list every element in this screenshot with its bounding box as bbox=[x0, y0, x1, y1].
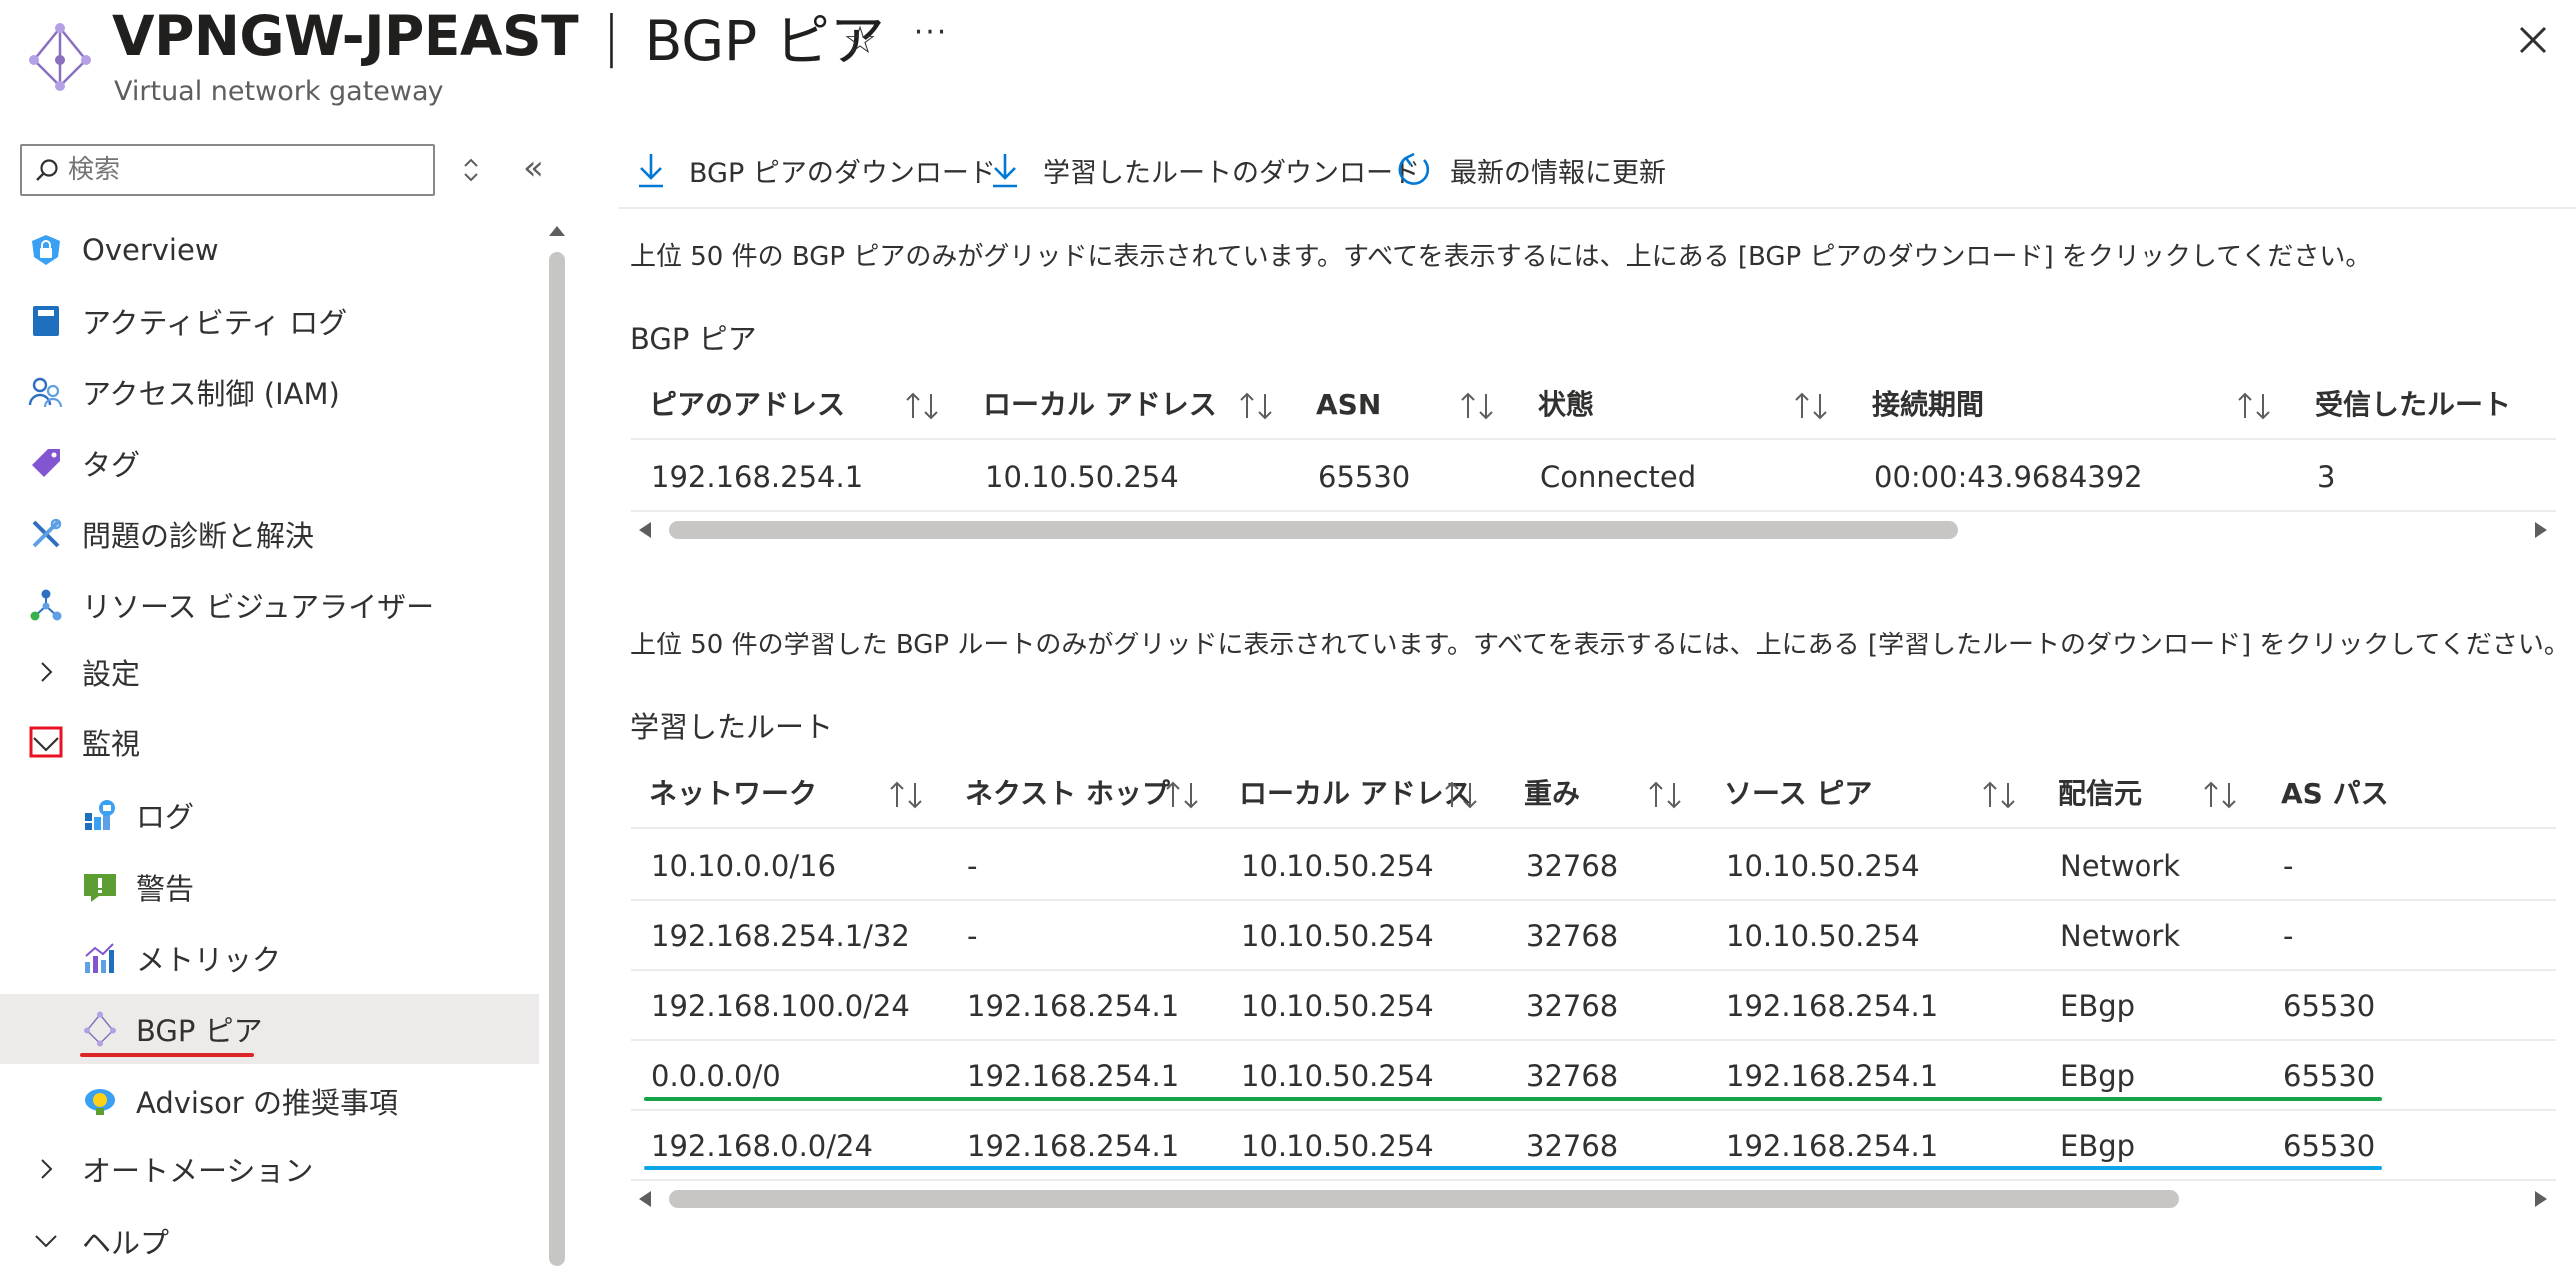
overview-icon bbox=[28, 232, 64, 268]
more-options-button[interactable]: ··· bbox=[911, 18, 951, 58]
chevron-down-icon bbox=[35, 1235, 57, 1248]
column-header-weight[interactable]: 重み bbox=[1524, 759, 1580, 829]
sidebar-item-metrics[interactable]: メトリック bbox=[0, 923, 539, 993]
refresh-icon bbox=[1398, 152, 1430, 185]
sidebar-item-iam[interactable]: アクセス制御 (IAM) bbox=[0, 357, 539, 427]
download-bgp-peers-button[interactable]: BGP ピアのダウンロード bbox=[635, 140, 996, 200]
routes-section-title: 学習したルート bbox=[630, 710, 834, 744]
sort-icon[interactable] bbox=[1458, 392, 1498, 420]
column-header-local-address[interactable]: ローカル アドレス bbox=[1239, 759, 1472, 829]
table-row[interactable]: 192.168.100.0/24 192.168.254.1 10.10.50.… bbox=[631, 971, 2556, 1041]
peers-horizontal-scrollbar[interactable] bbox=[631, 515, 2556, 545]
collapse-sidebar-button[interactable]: « bbox=[523, 151, 553, 188]
resource-visualizer-icon bbox=[28, 587, 64, 623]
scroll-left-arrow-icon[interactable] bbox=[635, 520, 655, 540]
column-header-connected-duration[interactable]: 接続期間 bbox=[1872, 370, 1984, 440]
virtual-network-gateway-icon bbox=[29, 23, 91, 91]
sort-icon[interactable] bbox=[1646, 781, 1686, 809]
routes-info-text: 上位 50 件の学習した BGP ルートのみがグリッドに表示されています。すべて… bbox=[630, 631, 2570, 660]
download-icon bbox=[993, 154, 1017, 188]
scroll-right-arrow-icon[interactable] bbox=[2531, 1189, 2551, 1209]
table-row[interactable]: 192.168.254.1/32 - 10.10.50.254 32768 10… bbox=[631, 901, 2556, 971]
scroll-right-arrow-icon[interactable] bbox=[2531, 520, 2551, 540]
scroll-left-arrow-icon[interactable] bbox=[635, 1189, 655, 1209]
sidebar-item-overview[interactable]: Overview bbox=[0, 215, 539, 285]
column-header-local-address[interactable]: ローカル アドレス bbox=[983, 370, 1217, 440]
sidebar-item-settings[interactable]: 設定 bbox=[0, 637, 539, 707]
column-header-origin[interactable]: 配信元 bbox=[2058, 759, 2142, 829]
activity-log-icon bbox=[28, 303, 64, 339]
peers-scrollbar-thumb[interactable] bbox=[669, 521, 1958, 539]
sidebar-item-diagnose[interactable]: 問題の診断と解決 bbox=[0, 499, 539, 569]
highlight-underline-blue bbox=[644, 1166, 2382, 1170]
sidebar-scrollbar-thumb[interactable] bbox=[549, 252, 565, 1266]
chevron-right-icon bbox=[41, 1159, 53, 1179]
metrics-icon bbox=[82, 940, 118, 976]
advisor-icon bbox=[82, 1083, 118, 1119]
sidebar-item-activity-log[interactable]: アクティビティ ログ bbox=[0, 286, 539, 356]
resource-name: VPNGW-JPEAST bbox=[112, 4, 579, 68]
search-icon bbox=[36, 159, 58, 181]
sidebar-item-alerts[interactable]: 警告 bbox=[0, 852, 539, 922]
scroll-up-arrow-icon[interactable] bbox=[547, 220, 567, 240]
bgp-peers-icon bbox=[82, 1011, 118, 1047]
sidebar-item-help[interactable]: ヘルプ bbox=[0, 1206, 539, 1266]
sort-icon[interactable] bbox=[903, 392, 943, 420]
favorite-star-button[interactable]: ☆ bbox=[840, 20, 880, 60]
sidebar-search[interactable] bbox=[20, 144, 435, 196]
refresh-button[interactable]: 最新の情報に更新 bbox=[1394, 140, 1666, 200]
sort-icon[interactable] bbox=[2235, 392, 2275, 420]
routes-horizontal-scrollbar[interactable] bbox=[631, 1184, 2556, 1214]
sidebar-item-tags[interactable]: タグ bbox=[0, 428, 539, 498]
download-learned-routes-button[interactable]: 学習したルートのダウンロード bbox=[989, 140, 1420, 200]
column-header-as-path[interactable]: AS パス bbox=[2281, 759, 2389, 829]
sidebar-item-resource-visualizer[interactable]: リソース ビジュアライザー bbox=[0, 570, 539, 639]
sidebar-item-logs[interactable]: ログ bbox=[0, 780, 539, 850]
column-header-source-peer[interactable]: ソース ピア bbox=[1724, 759, 1872, 829]
sidebar-item-automation[interactable]: オートメーション bbox=[0, 1134, 539, 1204]
table-row[interactable]: 10.10.0.0/16 - 10.10.50.254 32768 10.10.… bbox=[631, 831, 2556, 901]
iam-icon bbox=[28, 374, 64, 410]
table-row[interactable]: 192.168.0.0/24 192.168.254.1 10.10.50.25… bbox=[631, 1111, 2556, 1181]
highlight-underline-green bbox=[644, 1097, 2382, 1101]
tag-icon bbox=[28, 445, 64, 481]
sort-icon[interactable] bbox=[1163, 781, 1203, 809]
expand-collapse-icon[interactable] bbox=[459, 152, 483, 188]
alerts-icon bbox=[82, 869, 118, 905]
download-icon bbox=[639, 154, 663, 188]
sort-icon[interactable] bbox=[1442, 781, 1482, 809]
sort-icon[interactable] bbox=[1237, 392, 1277, 420]
sort-icon[interactable] bbox=[1792, 392, 1832, 420]
sidebar-item-advisor[interactable]: Advisor の推奨事項 bbox=[0, 1066, 539, 1136]
peers-info-text: 上位 50 件の BGP ピアのみがグリッドに表示されています。すべてを表示する… bbox=[630, 242, 2372, 272]
sort-icon[interactable] bbox=[1980, 781, 2020, 809]
peers-header-row: ピアのアドレス ローカル アドレス ASN 状態 接続期間 受信したルート bbox=[631, 370, 2556, 440]
column-header-peer-address[interactable]: ピアのアドレス bbox=[649, 370, 845, 440]
highlight-underline-red bbox=[80, 1053, 254, 1057]
command-bar: BGP ピアのダウンロード 学習したルートのダウンロード 最新の情報に更新 bbox=[619, 140, 2576, 208]
search-input[interactable] bbox=[68, 155, 408, 185]
resource-type: Virtual network gateway bbox=[114, 76, 444, 107]
sort-icon[interactable] bbox=[2201, 781, 2241, 809]
routes-header-row: ネットワーク ネクスト ホップ ローカル アドレス 重み ソース ピア 配信元 … bbox=[631, 759, 2556, 829]
column-header-next-hop[interactable]: ネクスト ホップ bbox=[965, 759, 1170, 829]
wrench-icon bbox=[28, 516, 64, 552]
chevron-right-icon bbox=[41, 662, 53, 682]
toolbar-divider bbox=[619, 207, 2576, 209]
table-row[interactable]: 192.168.254.1 10.10.50.254 65530 Connect… bbox=[631, 442, 2556, 512]
page-header: VPNGW-JPEAST | BGP ピア ☆ ··· Virtual netw… bbox=[0, 0, 2576, 120]
title-separator: | bbox=[602, 4, 621, 68]
monitoring-icon bbox=[28, 724, 64, 760]
sort-icon[interactable] bbox=[887, 781, 927, 809]
column-header-routes-received[interactable]: 受信したルート bbox=[2315, 370, 2511, 440]
column-header-state[interactable]: 状態 bbox=[1538, 370, 1594, 440]
close-icon[interactable] bbox=[2513, 18, 2553, 62]
peers-section-title: BGP ピア bbox=[630, 322, 757, 356]
routes-scrollbar-thumb[interactable] bbox=[669, 1190, 2179, 1208]
column-header-network[interactable]: ネットワーク bbox=[649, 759, 817, 829]
column-header-asn[interactable]: ASN bbox=[1316, 370, 1381, 440]
logs-icon bbox=[82, 797, 118, 833]
sidebar-item-monitoring[interactable]: 監視 bbox=[0, 707, 539, 777]
